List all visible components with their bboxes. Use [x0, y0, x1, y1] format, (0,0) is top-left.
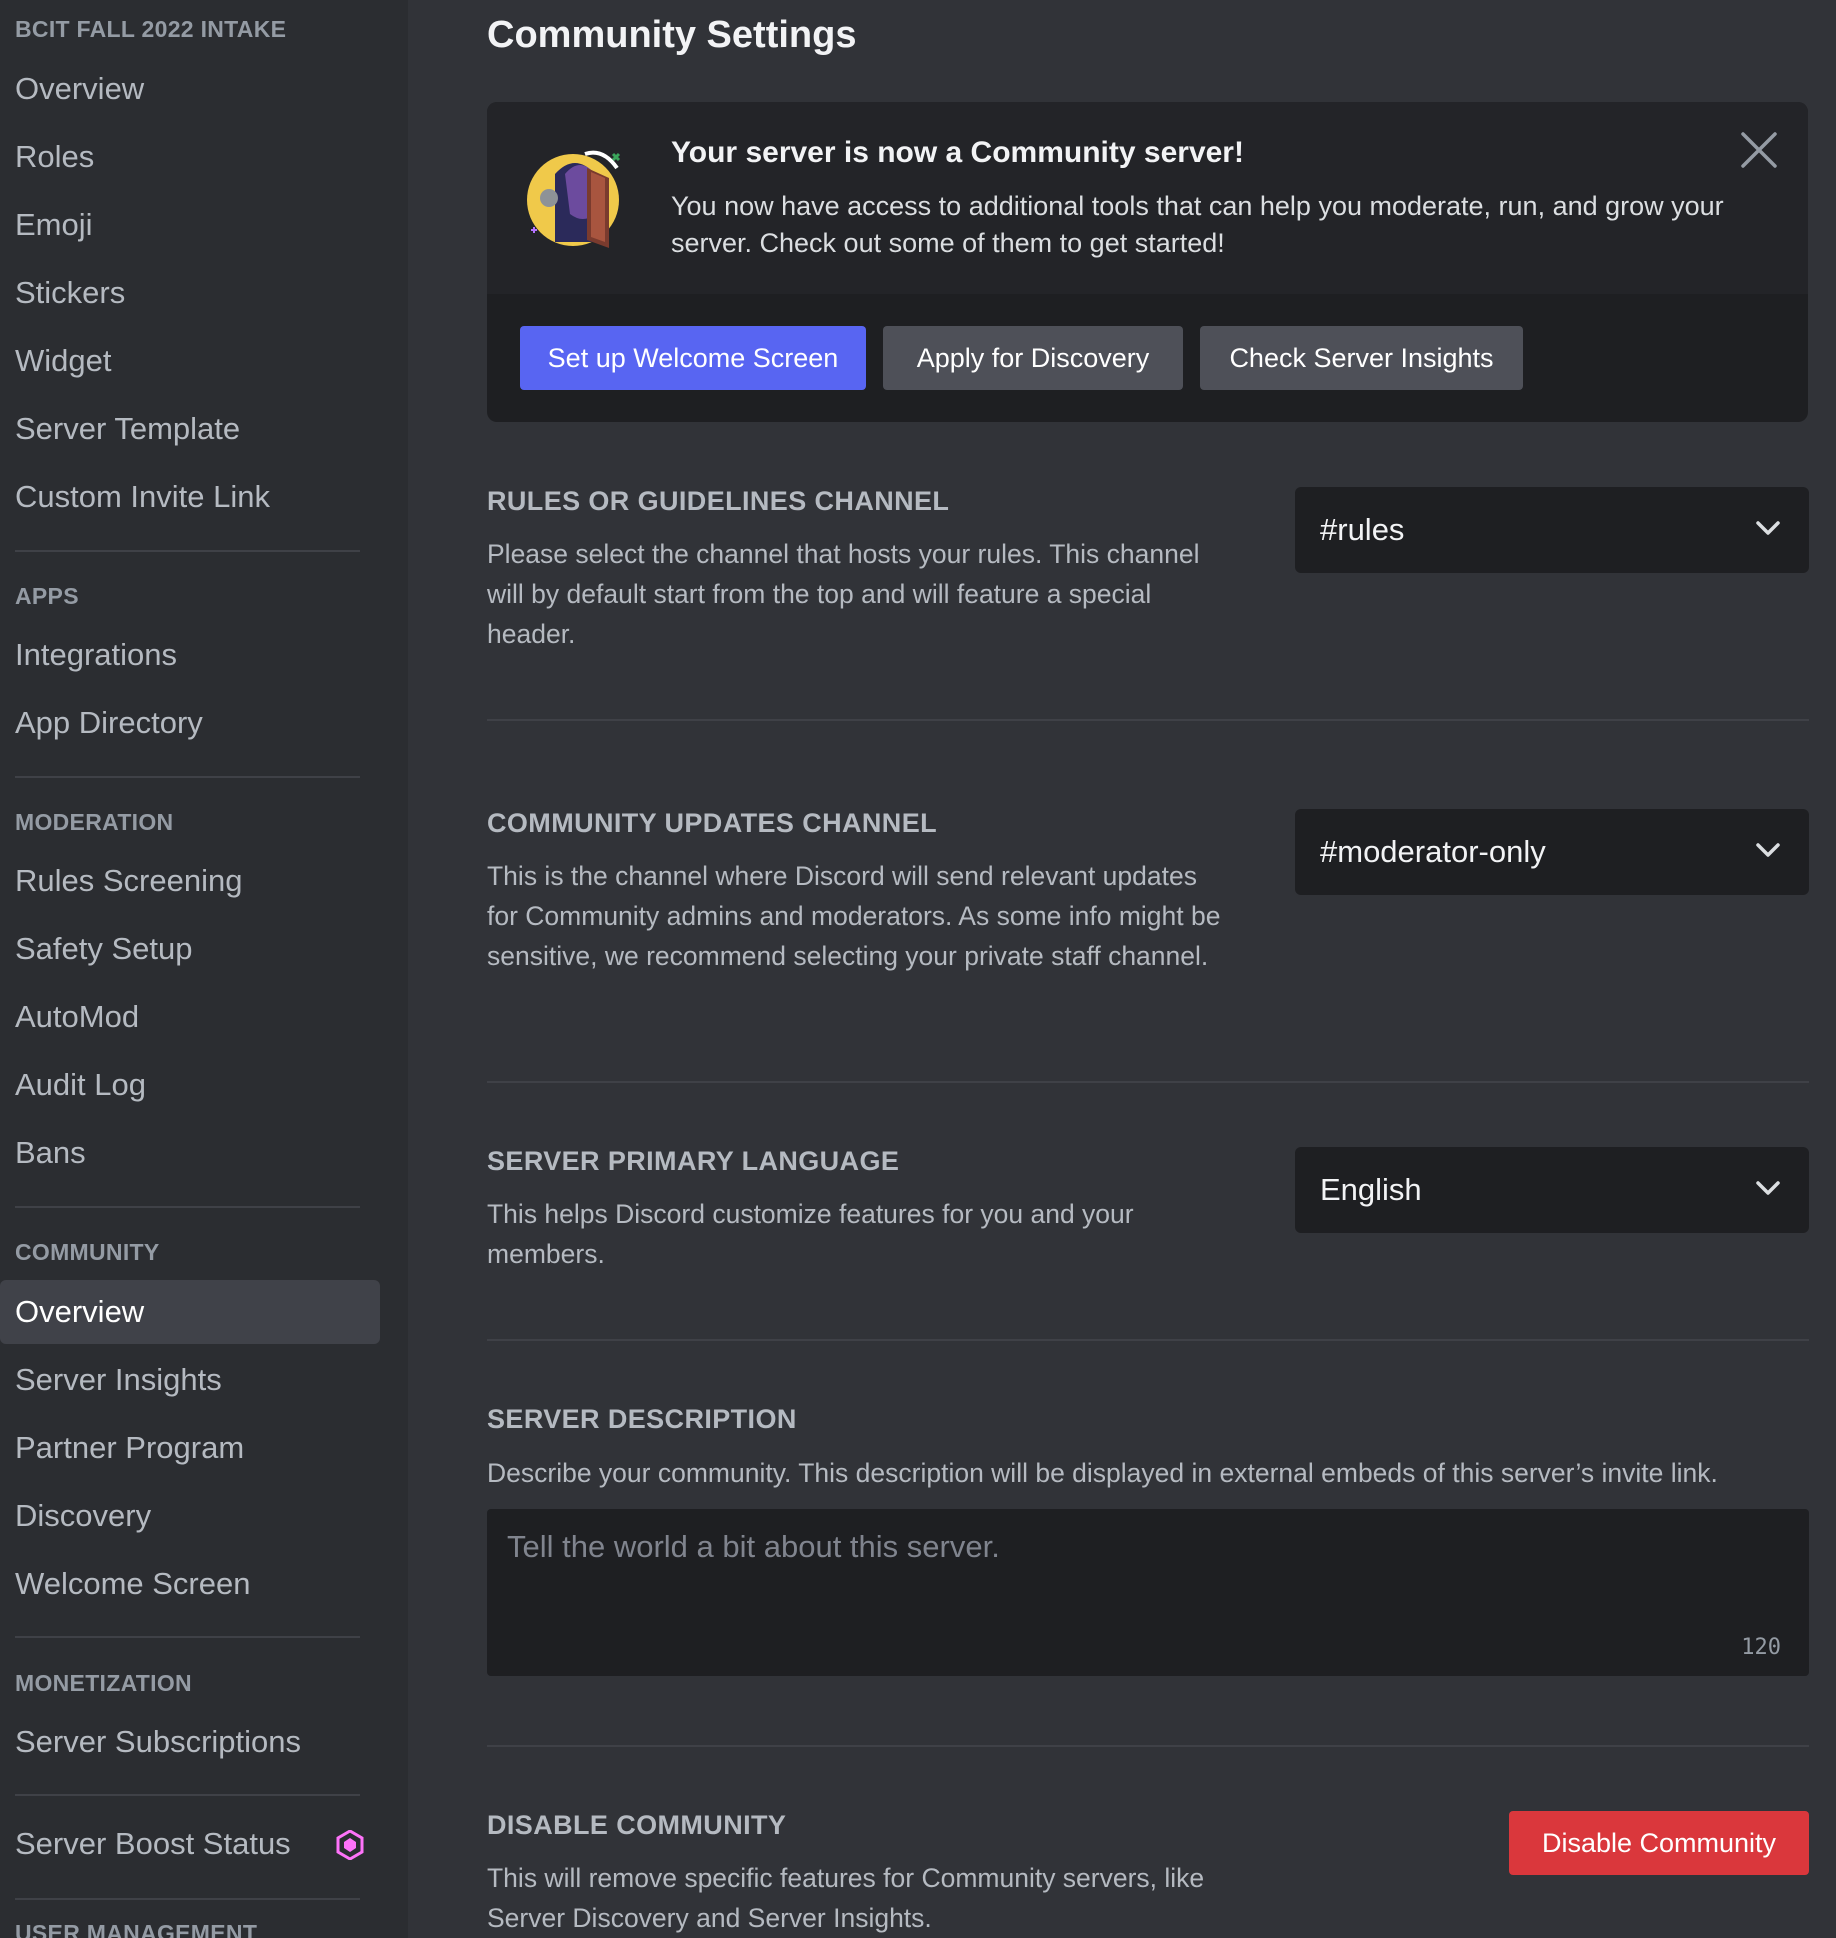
sidebar-item-server-insights[interactable]: Server Insights [0, 1348, 380, 1412]
sidebar-item-custom-invite-link[interactable]: Custom Invite Link [0, 465, 380, 529]
sidebar-item-server-boost-status[interactable]: Server Boost Status [0, 1812, 380, 1876]
sidebar-separator [15, 776, 360, 778]
section-divider [487, 1081, 1809, 1083]
sidebar-item-stickers[interactable]: Stickers [0, 261, 380, 325]
sidebar-item-server-template[interactable]: Server Template [0, 397, 380, 461]
settings-sidebar: BCIT FALL 2022 INTAKE Overview Roles Emo… [0, 0, 408, 1938]
character-counter: 120 [1741, 1635, 1781, 1660]
sidebar-item-audit-log[interactable]: Audit Log [0, 1053, 380, 1117]
sidebar-header-server: BCIT FALL 2022 INTAKE [15, 16, 287, 42]
sidebar-item-widget[interactable]: Widget [0, 329, 380, 393]
sidebar-item-automod[interactable]: AutoMod [0, 985, 380, 1049]
sidebar-item-welcome-screen[interactable]: Welcome Screen [0, 1552, 380, 1616]
sidebar-item-rules-screening[interactable]: Rules Screening [0, 849, 380, 913]
disable-community-button[interactable]: Disable Community [1509, 1811, 1809, 1875]
community-door-illustration-icon [527, 150, 621, 248]
nitro-boost-gem-icon [336, 1830, 364, 1860]
primary-language-title: SERVER PRIMARY LANGUAGE [487, 1146, 900, 1176]
updates-channel-select[interactable]: #moderator-only [1295, 809, 1809, 895]
chevron-down-icon [1756, 1181, 1780, 1195]
disable-community-description: This will remove specific features for C… [487, 1863, 1205, 1933]
primary-language-select[interactable]: English [1295, 1147, 1809, 1233]
sidebar-separator [15, 550, 360, 552]
sidebar-header-user-management: USER MANAGEMENT [15, 1920, 258, 1938]
community-enabled-banner: Your server is now a Community server! Y… [487, 102, 1808, 422]
sidebar-header-community: COMMUNITY [15, 1239, 160, 1265]
rules-channel-select[interactable]: #rules [1295, 487, 1809, 573]
section-divider [487, 1745, 1809, 1747]
updates-channel-title: COMMUNITY UPDATES CHANNEL [487, 808, 938, 838]
sidebar-item-server-subscriptions[interactable]: Server Subscriptions [0, 1710, 380, 1774]
sidebar-separator [15, 1206, 360, 1208]
section-divider [487, 719, 1809, 721]
chevron-down-icon [1756, 521, 1780, 535]
sidebar-item-integrations[interactable]: Integrations [0, 623, 380, 687]
sidebar-item-overview[interactable]: Overview [0, 57, 380, 121]
sidebar-item-app-directory[interactable]: App Directory [0, 691, 380, 755]
server-description-help: Describe your community. This descriptio… [487, 1458, 1718, 1488]
sidebar-item-roles[interactable]: Roles [0, 125, 380, 189]
sidebar-header-apps: APPS [15, 583, 79, 609]
sidebar-item-emoji[interactable]: Emoji [0, 193, 380, 257]
set-up-welcome-screen-button[interactable]: Set up Welcome Screen [520, 326, 866, 390]
sidebar-item-partner-program[interactable]: Partner Program [0, 1416, 380, 1480]
apply-for-discovery-button[interactable]: Apply for Discovery [883, 326, 1183, 390]
sidebar-item-safety-setup[interactable]: Safety Setup [0, 917, 380, 981]
page-title: Community Settings [487, 14, 857, 56]
banner-title: Your server is now a Community server! [671, 136, 1244, 169]
updates-channel-description: This is the channel where Discord will s… [487, 861, 1221, 971]
chevron-down-icon [1756, 843, 1780, 857]
server-description-textarea[interactable]: Tell the world a bit about this server. … [487, 1509, 1809, 1676]
section-divider [487, 1339, 1809, 1341]
banner-text: You now have access to additional tools … [671, 191, 1724, 258]
sidebar-header-moderation: MODERATION [15, 809, 174, 835]
sidebar-item-community-overview[interactable]: Overview [0, 1280, 380, 1344]
primary-language-value: English [1320, 1172, 1422, 1207]
server-description-title: SERVER DESCRIPTION [487, 1404, 797, 1434]
rules-channel-title: RULES OR GUIDELINES CHANNEL [487, 486, 950, 516]
sidebar-item-bans[interactable]: Bans [0, 1121, 380, 1185]
rules-channel-value: #rules [1320, 512, 1405, 547]
sidebar-header-monetization: MONETIZATION [15, 1670, 192, 1696]
sidebar-separator [15, 1898, 360, 1900]
primary-language-description: This helps Discord customize features fo… [487, 1199, 1134, 1269]
sidebar-separator [15, 1794, 360, 1796]
updates-channel-value: #moderator-only [1320, 834, 1546, 869]
sidebar-item-label: Server Boost Status [15, 1826, 291, 1861]
rules-channel-description: Please select the channel that hosts you… [487, 539, 1200, 649]
disable-community-title: DISABLE COMMUNITY [487, 1810, 787, 1840]
sidebar-item-discovery[interactable]: Discovery [0, 1484, 380, 1548]
server-description-placeholder: Tell the world a bit about this server. [507, 1529, 1000, 1564]
close-icon[interactable] [1739, 130, 1779, 170]
sidebar-separator [15, 1636, 360, 1638]
check-server-insights-button[interactable]: Check Server Insights [1200, 326, 1523, 390]
